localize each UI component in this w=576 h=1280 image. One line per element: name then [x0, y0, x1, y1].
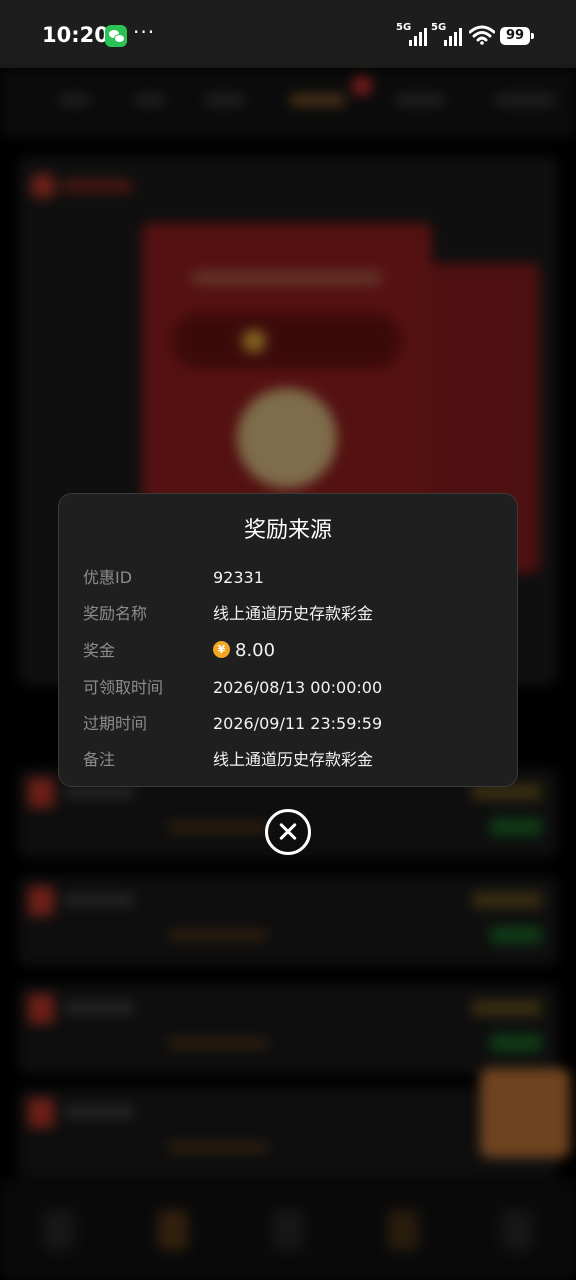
wechat-icon — [105, 25, 127, 47]
row-expire-time: 过期时间 2026/09/11 23:59:59 — [59, 712, 517, 736]
signal-bars-icon — [444, 26, 464, 46]
more-dots-icon: ··· — [133, 20, 156, 44]
row-remark: 备注 线上通道历史存款彩金 — [59, 748, 517, 772]
yuan-coin-icon: ¥ — [213, 641, 230, 658]
status-bar: 10:20 ··· 5G 5G 99 — [0, 0, 576, 68]
row-promo-id: 优惠ID 92331 — [59, 566, 517, 590]
row-label: 过期时间 — [83, 714, 148, 733]
bonus-value: ¥8.00 — [213, 639, 275, 663]
wifi-icon — [469, 25, 495, 45]
row-label: 优惠ID — [83, 568, 133, 587]
signal-bars-icon — [409, 26, 429, 46]
row-label: 可领取时间 — [83, 678, 164, 697]
row-label: 奖励名称 — [83, 604, 148, 623]
status-time: 10:20 — [42, 23, 109, 47]
row-value: 92331 — [213, 568, 264, 587]
row-label: 奖金 — [83, 641, 116, 660]
close-circle-icon[interactable] — [265, 809, 311, 855]
battery-icon: 99 — [500, 27, 534, 45]
modal-title: 奖励来源 — [243, 518, 332, 543]
row-value: 线上通道历史存款彩金 — [213, 750, 374, 769]
row-value: 线上通道历史存款彩金 — [213, 604, 374, 623]
row-reward-name: 奖励名称 线上通道历史存款彩金 — [59, 602, 517, 626]
row-label: 备注 — [83, 750, 116, 769]
reward-source-modal: 奖励来源 优惠ID 92331 奖励名称 线上通道历史存款彩金 奖金 ¥8.00… — [58, 493, 518, 787]
row-claim-time: 可领取时间 2026/08/13 00:00:00 — [59, 676, 517, 700]
row-value: 2026/09/11 23:59:59 — [213, 714, 383, 733]
row-value: 2026/08/13 00:00:00 — [213, 678, 383, 697]
bonus-amount: 8.00 — [235, 640, 276, 661]
row-bonus: 奖金 ¥8.00 — [59, 639, 517, 663]
